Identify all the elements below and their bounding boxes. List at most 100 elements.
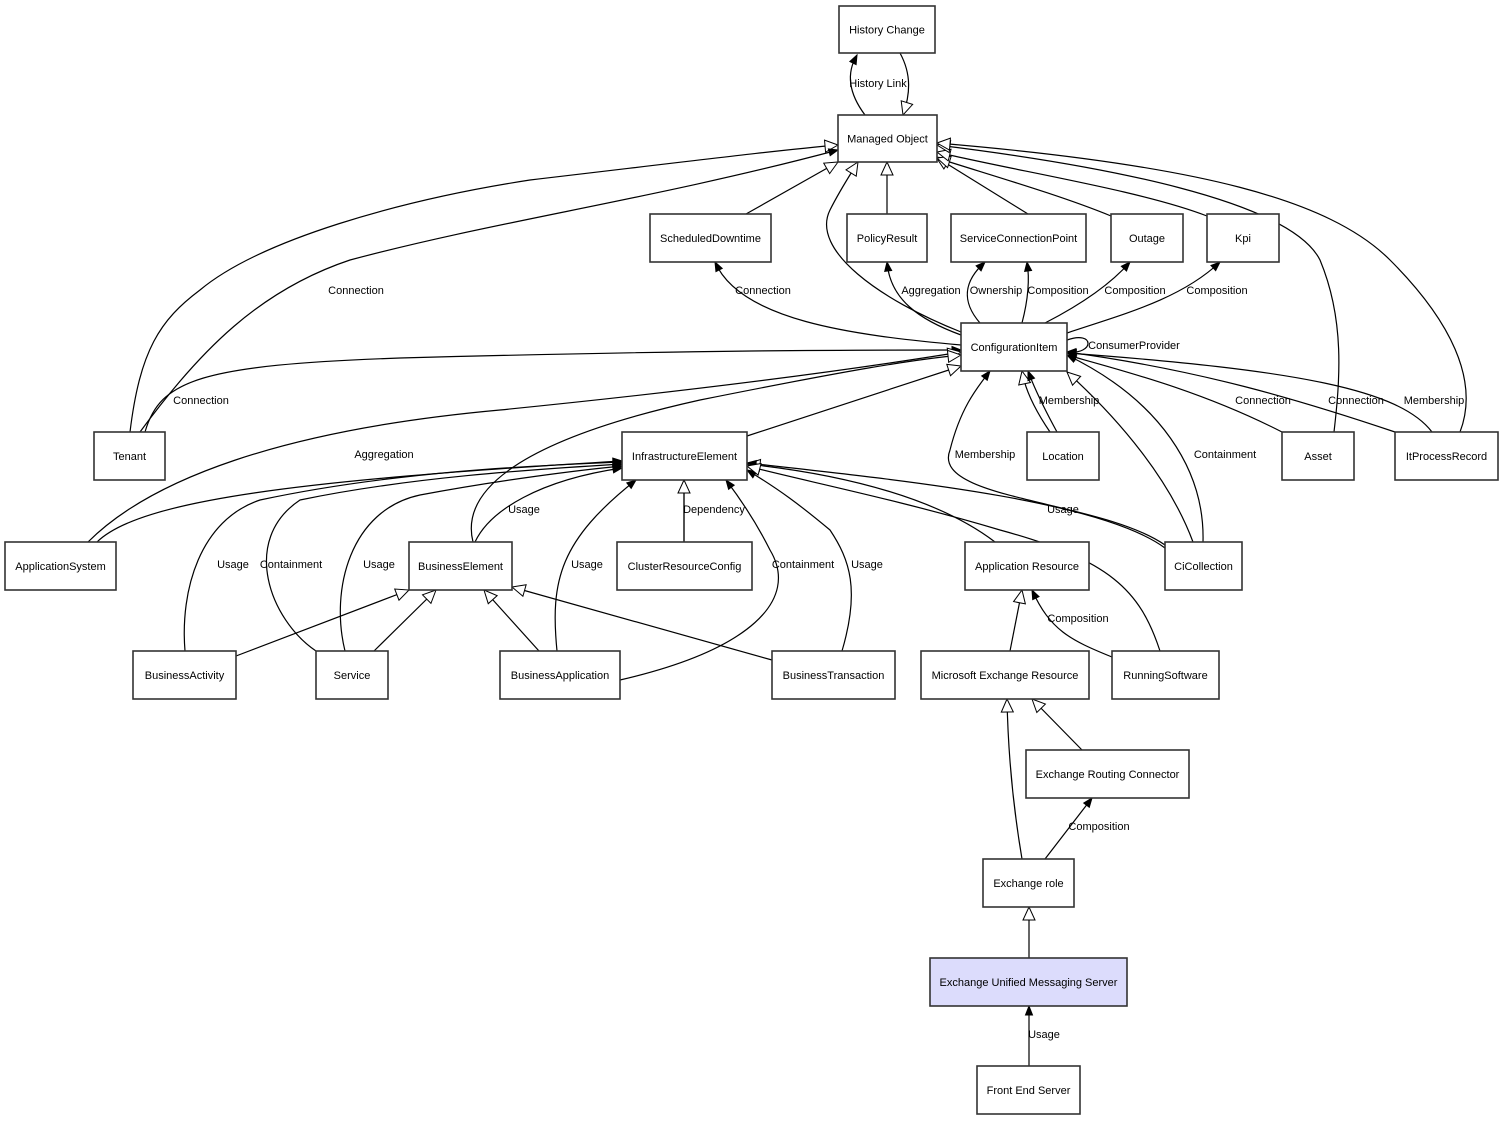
node-ci-collection[interactable]: CiCollection	[1164, 541, 1243, 591]
node-history-change[interactable]: History Change	[838, 5, 936, 54]
inheritance-arrowhead-icon	[1012, 588, 1027, 605]
node-ms-exchange-resource[interactable]: Microsoft Exchange Resource	[920, 650, 1090, 700]
node-location[interactable]: Location	[1026, 431, 1100, 481]
inheritance-arrowhead-icon	[822, 161, 840, 175]
edge-exchange-um-server-to-exchange-role	[1022, 905, 1036, 958]
node-label: ScheduledDowntime	[660, 233, 761, 245]
association-arrowhead-icon	[827, 148, 840, 157]
edge-outage-to-managed-object	[935, 155, 1112, 217]
edge-label: Membership	[1404, 395, 1465, 407]
inheritance-arrowhead-icon	[880, 160, 894, 176]
node-configuration-item[interactable]: ConfigurationItem	[960, 322, 1068, 372]
node-scheduled-downtime[interactable]: ScheduledDowntime	[649, 213, 772, 263]
association-arrowhead-icon	[980, 369, 991, 382]
edge-service-to-business-element	[373, 589, 437, 652]
edge-configuration-item-to-policy-result	[884, 260, 962, 336]
node-label: Managed Object	[847, 134, 928, 146]
inheritance-arrowhead-icon	[1000, 697, 1015, 713]
edge-line	[746, 462, 1166, 549]
edge-line	[886, 261, 962, 336]
inheritance-arrowhead-icon	[1022, 905, 1036, 921]
node-cluster-resource-config[interactable]: ClusterResourceConfig	[616, 541, 753, 591]
edge-service-connection-point-to-managed-object	[934, 156, 1029, 215]
node-running-software[interactable]: RunningSoftware	[1111, 650, 1220, 700]
edge-label: Membership	[1039, 395, 1100, 407]
node-kpi[interactable]: Kpi	[1206, 213, 1280, 263]
edge-label: Connection	[173, 395, 229, 407]
edge-configuration-item-to-kpi	[1066, 261, 1222, 334]
node-label: Outage	[1129, 233, 1165, 245]
node-tenant[interactable]: Tenant	[93, 431, 166, 481]
edge-line	[144, 349, 962, 433]
edge-business-transaction-to-business-element	[510, 584, 773, 661]
edge-line	[139, 149, 839, 433]
edge-asset-to-configuration-item	[1065, 353, 1283, 433]
node-label: ConfigurationItem	[971, 342, 1058, 354]
node-label: ApplicationSystem	[15, 561, 106, 573]
node-business-element[interactable]: BusinessElement	[408, 541, 513, 591]
edge-label: Connection	[1235, 395, 1291, 407]
edge-label: Usage	[1028, 1029, 1060, 1041]
node-label: BusinessTransaction	[783, 670, 885, 682]
node-business-application[interactable]: BusinessApplication	[499, 650, 621, 700]
diagram-canvas: History Link Connection Connection Aggregat…	[4, 5, 1499, 1115]
inheritance-arrowhead-icon	[946, 363, 963, 377]
node-label: Exchange Routing Connector	[1036, 769, 1180, 781]
edge-tenant-to-configuration-item	[144, 345, 963, 433]
node-service[interactable]: Service	[315, 650, 389, 700]
edge-label: Usage	[571, 559, 603, 571]
edge-label: Composition	[1104, 285, 1165, 297]
edge-label: Composition	[1047, 613, 1108, 625]
node-it-process-record[interactable]: ItProcessRecord	[1394, 431, 1499, 481]
node-managed-object[interactable]: Managed Object	[837, 114, 938, 163]
node-label: PolicyResult	[857, 233, 918, 245]
node-label: Asset	[1304, 451, 1332, 463]
edge-label: Aggregation	[354, 449, 413, 461]
edge-label: Usage	[851, 559, 883, 571]
node-infrastructure-element[interactable]: InfrastructureElement	[621, 431, 748, 481]
edge-label: Usage	[217, 559, 249, 571]
edge-label: Usage	[1047, 504, 1079, 516]
node-label: ItProcessRecord	[1406, 451, 1487, 463]
edge-label: Composition	[1068, 821, 1129, 833]
node-exchange-role[interactable]: Exchange role	[982, 858, 1075, 908]
edge-line	[714, 261, 962, 346]
edge-line	[235, 589, 410, 657]
edge-label: Containment	[1194, 449, 1256, 461]
node-label: Exchange Unified Messaging Server	[940, 977, 1118, 989]
node-exchange-um-server[interactable]: Exchange Unified Messaging Server	[929, 957, 1128, 1007]
edge-label: Ownership	[970, 285, 1023, 297]
edge-line	[1006, 698, 1023, 860]
edge-label: Composition	[1027, 285, 1088, 297]
edge-policy-result-to-managed-object	[880, 160, 894, 214]
node-service-connection-point[interactable]: ServiceConnectionPoint	[950, 213, 1087, 263]
association-arrowhead-icon	[714, 260, 724, 273]
edge-exchange-role-to-ms-exchange-resource	[1000, 697, 1023, 860]
edge-line	[746, 365, 962, 437]
node-label: BusinessApplication	[511, 670, 609, 682]
edge-infrastructure-element-to-configuration-item	[746, 363, 963, 437]
edge-it-process-record-to-configuration-item	[1065, 349, 1433, 433]
node-front-end-server[interactable]: Front End Server	[976, 1065, 1081, 1115]
node-business-activity[interactable]: BusinessActivity	[132, 650, 237, 700]
association-arrowhead-icon	[1024, 1004, 1034, 1016]
node-label: Microsoft Exchange Resource	[932, 670, 1079, 682]
node-label: CiCollection	[1174, 561, 1233, 573]
node-business-transaction[interactable]: BusinessTransaction	[771, 650, 896, 700]
edge-ci-collection-to-infrastructure-element	[745, 459, 1166, 549]
node-label: Front End Server	[987, 1085, 1071, 1097]
node-policy-result[interactable]: PolicyResult	[846, 213, 928, 263]
node-asset[interactable]: Asset	[1281, 431, 1355, 481]
node-exchange-routing-connector[interactable]: Exchange Routing Connector	[1025, 749, 1190, 799]
node-outage[interactable]: Outage	[1110, 213, 1184, 263]
inheritance-arrowhead-icon	[393, 588, 411, 602]
association-arrowhead-icon	[625, 479, 638, 490]
inheritance-arrowhead-icon	[510, 584, 527, 598]
edge-label: Usage	[363, 559, 395, 571]
node-application-resource[interactable]: Application Resource	[964, 541, 1090, 591]
edge-label: Aggregation	[901, 285, 960, 297]
edge-business-activity-to-business-element	[235, 588, 411, 657]
edge-application-resource-to-infrastructure-element	[745, 458, 996, 543]
node-application-system[interactable]: ApplicationSystem	[4, 541, 117, 591]
inheritance-arrowhead-icon	[845, 160, 859, 178]
